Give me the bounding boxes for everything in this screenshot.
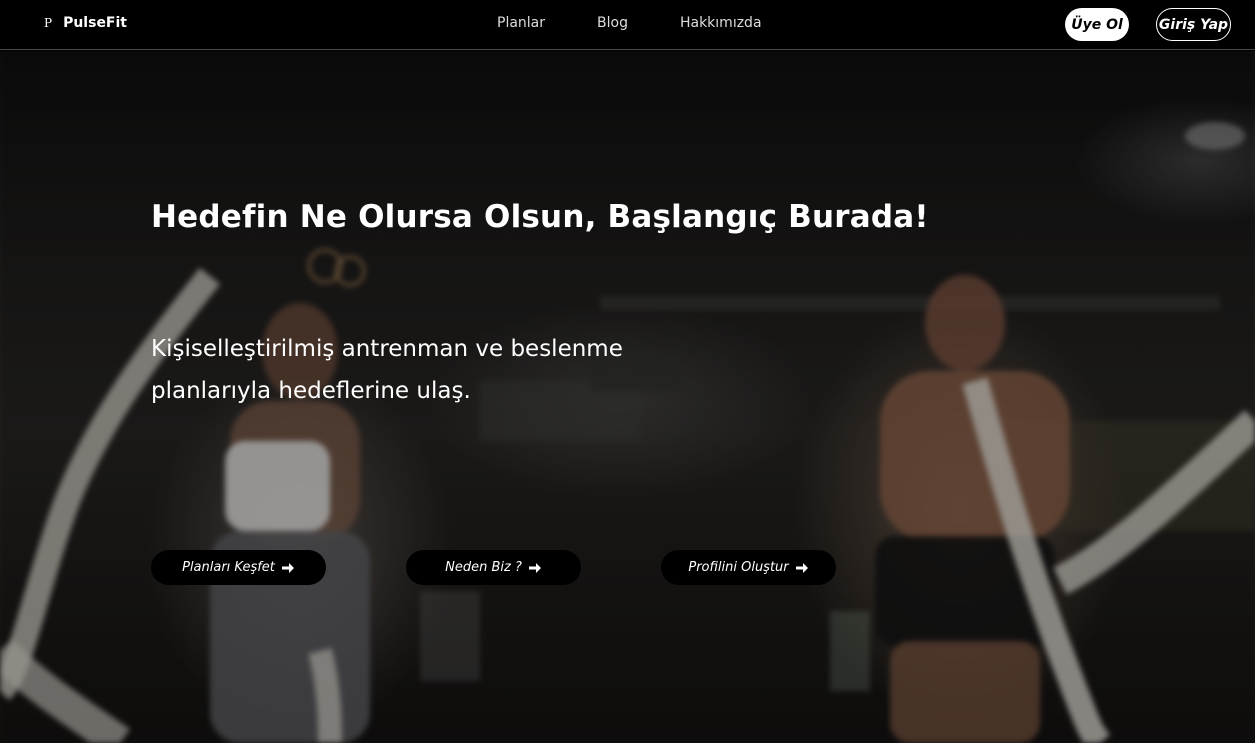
- brand[interactable]: P PulseFit: [44, 15, 127, 31]
- hero-subtitle: Kişiselleştirilmiş antrenman ve beslenme…: [151, 336, 623, 404]
- create-profile-button[interactable]: Profilini Oluştur: [661, 550, 836, 585]
- arrow-right-icon: [528, 561, 542, 575]
- hero-section: Hedefin Ne Olursa Olsun, Başlangıç Burad…: [0, 51, 1255, 743]
- nav-link-planlar[interactable]: Planlar: [497, 15, 545, 31]
- nav-link-blog[interactable]: Blog: [597, 15, 628, 31]
- why-us-label: Neden Biz ?: [445, 560, 522, 575]
- explore-plans-button[interactable]: Planları Keşfet: [151, 550, 326, 585]
- brand-name: PulseFit: [63, 15, 127, 31]
- hero-title: Hedefin Ne Olursa Olsun, Başlangıç Burad…: [151, 199, 929, 235]
- brand-logo-icon: P: [44, 16, 53, 30]
- arrow-right-icon: [795, 561, 809, 575]
- navbar: P PulseFit Planlar Blog Hakkımızda Üye O…: [0, 0, 1255, 50]
- arrow-right-icon: [281, 561, 295, 575]
- why-us-button[interactable]: Neden Biz ?: [406, 550, 581, 585]
- login-button[interactable]: Giriş Yap: [1156, 8, 1231, 41]
- signup-button[interactable]: Üye Ol: [1065, 8, 1129, 41]
- create-profile-label: Profilini Oluştur: [688, 560, 789, 575]
- explore-plans-label: Planları Keşfet: [182, 560, 275, 575]
- main-nav: Planlar Blog Hakkımızda: [497, 15, 762, 31]
- nav-link-hakkimizda[interactable]: Hakkımızda: [680, 15, 762, 31]
